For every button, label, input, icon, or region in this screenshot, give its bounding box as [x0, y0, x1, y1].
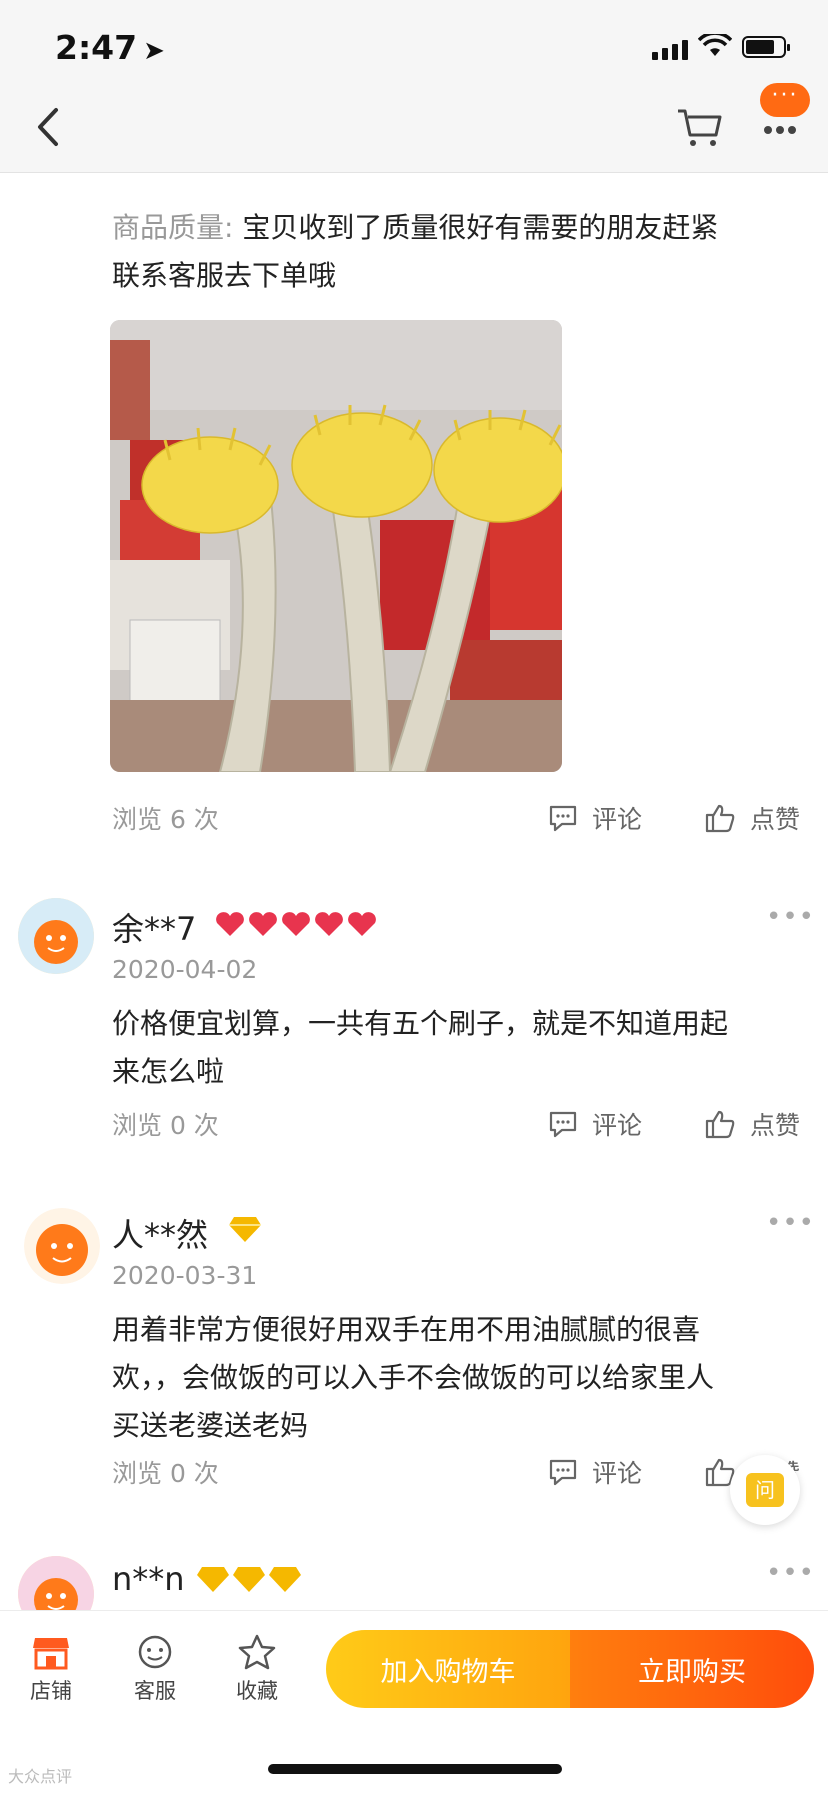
ask-button[interactable]: 问: [730, 1455, 800, 1525]
ask-label: 问: [746, 1473, 784, 1507]
comment-icon: [549, 805, 577, 832]
view-count: 浏览 0 次: [112, 1111, 219, 1140]
review-text: 价格便宜划算，一共有五个刷子，就是不知道用起 来怎么啦: [112, 1007, 729, 1088]
comment-button[interactable]: 评论: [548, 1454, 642, 1490]
cart-icon[interactable]: [676, 105, 724, 149]
user-level-hearts: [214, 909, 379, 939]
review-text: 用着非常方便很好用双手在用不用油腻腻的很喜 欢，，会做饭的可以入手不会做饭的可以…: [112, 1313, 715, 1442]
watermark: 大众点评: [8, 1767, 73, 1786]
comment-button[interactable]: 评论: [548, 800, 642, 836]
location-arrow-icon: ➤: [143, 36, 165, 66]
diamond-badge-icon: [229, 1217, 261, 1242]
shop-icon: [33, 1638, 69, 1670]
avatar[interactable]: [18, 898, 94, 974]
add-to-cart-button[interactable]: 加入购物车: [326, 1630, 570, 1708]
username: 人**然: [112, 1216, 209, 1254]
mascot-avatar-icon: [18, 898, 94, 974]
view-count: 浏览 0 次: [112, 1459, 219, 1488]
service-face-icon: [138, 1635, 172, 1669]
buy-now-button[interactable]: 立即购买: [570, 1630, 814, 1708]
heart-badge-icon: [216, 912, 376, 936]
diamond-badge-icon: [197, 1567, 301, 1592]
like-button[interactable]: 点赞: [704, 1106, 800, 1142]
review-date: 2020-03-31: [112, 1261, 258, 1290]
brush-photo-illustration: [110, 320, 562, 772]
comment-icon: [549, 1111, 577, 1138]
battery-icon: [742, 36, 790, 58]
favorite-button[interactable]: 收藏: [212, 1634, 302, 1705]
review-label: 商品质量:: [112, 211, 234, 244]
review-more-button[interactable]: •••: [766, 1208, 815, 1238]
review-more-button[interactable]: •••: [766, 902, 815, 932]
review-date: 2020-04-02: [112, 955, 258, 984]
avatar[interactable]: [24, 1208, 100, 1284]
thumbs-up-icon: [705, 804, 735, 833]
star-icon: [238, 1634, 276, 1670]
comment-button[interactable]: 评论: [548, 1106, 642, 1142]
shop-button[interactable]: 店铺: [6, 1634, 96, 1705]
review-more-button[interactable]: •••: [766, 1558, 815, 1588]
customer-service-button[interactable]: 客服: [110, 1634, 200, 1705]
back-button[interactable]: [30, 102, 70, 152]
view-count: 浏览 6 次: [112, 805, 219, 834]
comment-icon: [549, 1459, 577, 1486]
more-dots-icon[interactable]: [760, 110, 800, 140]
status-time: 2:47 ➤: [55, 28, 165, 67]
mascot-avatar-icon: [24, 1208, 100, 1284]
review-photo[interactable]: [110, 320, 562, 772]
thumbs-up-icon: [705, 1110, 735, 1139]
username: n**n: [112, 1560, 185, 1598]
home-indicator[interactable]: [268, 1764, 562, 1774]
cellular-signal-icon: [652, 40, 688, 60]
review-text: 商品质量: 宝贝收到了质量很好有需要的朋友赶紧 联系客服去下单哦: [112, 211, 719, 292]
like-button[interactable]: 点赞: [704, 800, 800, 836]
username: 余**7: [112, 910, 197, 948]
wifi-icon: [698, 34, 732, 56]
